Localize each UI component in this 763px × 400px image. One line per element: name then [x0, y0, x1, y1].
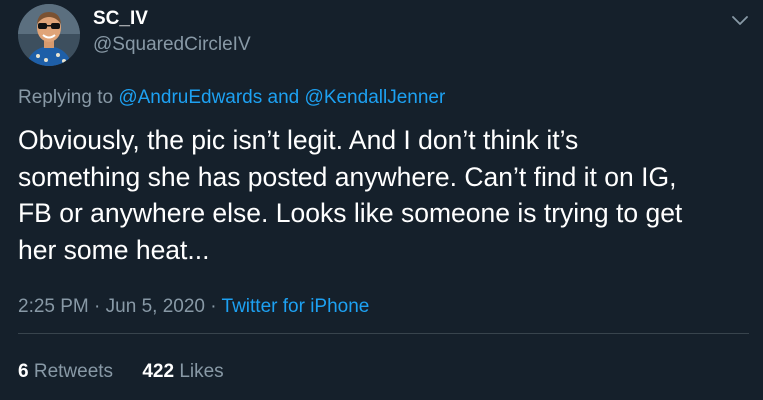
- meta-separator: ·: [210, 296, 217, 317]
- tweet-date[interactable]: Jun 5, 2020: [106, 296, 205, 317]
- likes-link[interactable]: 422 Likes: [142, 361, 223, 382]
- replying-prefix: Replying to: [18, 87, 114, 108]
- meta-separator: ·: [94, 296, 101, 317]
- avatar[interactable]: [18, 4, 80, 66]
- chevron-down-icon: [732, 16, 748, 25]
- retweets-link[interactable]: 6 Retweets: [18, 361, 118, 382]
- divider: [18, 333, 749, 334]
- likes-label: Likes: [179, 361, 224, 382]
- tweet-line: something she has posted anywhere. Can’t…: [18, 161, 677, 192]
- mention-link-andruedwards[interactable]: @AndruEdwards: [118, 87, 262, 108]
- likes-count: 422: [142, 361, 175, 382]
- display-name[interactable]: SC_IV: [93, 8, 148, 30]
- tweet-line: FB or anywhere else. Looks like someone …: [18, 198, 683, 228]
- tweet-text: Obviously, the pic isn’t legit. And I do…: [18, 122, 753, 268]
- retweets-label: Retweets: [33, 361, 114, 382]
- mention-link-kendalljenner[interactable]: @KendallJenner: [305, 87, 446, 108]
- tweet-line: her some heat...: [18, 234, 210, 265]
- tweet-meta: 2:25 PM · Jun 5, 2020 · Twitter for iPho…: [18, 296, 369, 318]
- retweets-count: 6: [18, 361, 29, 382]
- user-handle[interactable]: @SquaredCircleIV: [93, 34, 251, 56]
- tweet-source-link[interactable]: Twitter for iPhone: [222, 296, 370, 317]
- replying-joiner: and: [267, 87, 300, 108]
- replying-to: Replying to @AndruEdwards and @KendallJe…: [18, 87, 445, 109]
- tweet-time[interactable]: 2:25 PM: [18, 296, 89, 317]
- tweet-stats: 6 Retweets 422 Likes: [18, 361, 224, 383]
- tweet-line: Obviously, the pic isn’t legit. And I do…: [18, 125, 579, 155]
- more-options-button[interactable]: [727, 8, 753, 34]
